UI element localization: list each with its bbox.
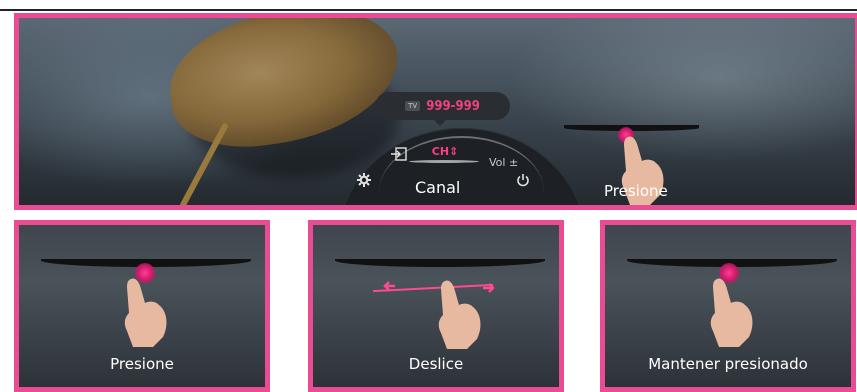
input-icon[interactable] [391,147,407,165]
hand-icon [710,278,753,347]
gear-icon[interactable] [357,173,371,191]
arrow-left-icon [383,281,395,291]
gesture-label: Mantener presionado [648,355,808,373]
power-icon[interactable] [516,173,530,191]
channel-selection-indicator [409,160,479,163]
gesture-label: Deslice [408,355,464,373]
top-rule [0,9,857,11]
gesture-panel-hold: Mantener presionado [600,220,856,392]
hand-icon [438,280,481,349]
hero-gesture-label: Presione [604,182,668,200]
gesture-panel-swipe: Deslice [308,220,564,392]
hand-icon [124,278,167,347]
hero-panel: TV 999-999 CH⇕ Vol ± Canal Presione [14,13,857,210]
gesture-label: Presione [110,355,174,373]
channel-number: 999-999 [426,98,480,114]
volume-menu-item[interactable]: Vol ± [489,156,518,169]
channel-tooltip: TV 999-999 [375,92,510,126]
tv-source-label: TV [405,101,421,111]
gesture-panel-press: Presione [14,220,270,392]
mode-label: Canal [415,178,461,197]
channel-menu-item[interactable]: CH⇕ [423,141,467,161]
remote-slot [335,259,545,267]
